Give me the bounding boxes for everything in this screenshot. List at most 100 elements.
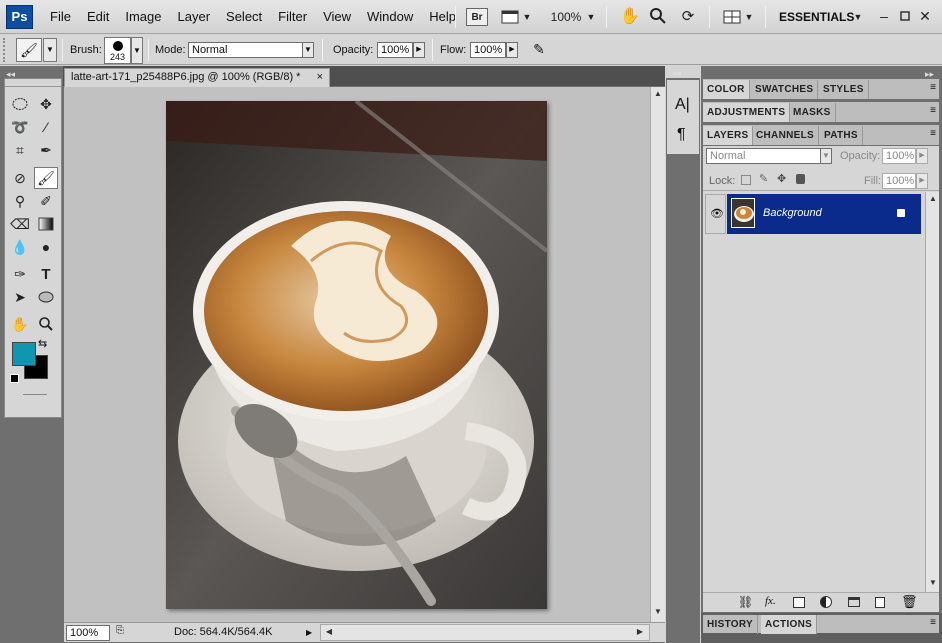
eraser-tool-icon[interactable]: ⌫ bbox=[8, 213, 32, 235]
menu-window[interactable]: Window bbox=[359, 9, 421, 24]
chevron-down-icon[interactable]: ▼ bbox=[853, 8, 863, 26]
healing-brush-tool-icon[interactable]: ⊘ bbox=[8, 167, 32, 189]
chevron-down-icon[interactable]: ▼ bbox=[744, 8, 754, 26]
panel-grip[interactable] bbox=[5, 79, 61, 87]
menu-help[interactable]: Help bbox=[421, 9, 464, 24]
gradient-tool-icon[interactable] bbox=[34, 213, 58, 235]
eyedropper-tool-icon[interactable]: ✒ bbox=[34, 139, 58, 161]
lasso-tool-icon[interactable]: ➰ bbox=[8, 116, 32, 138]
brush-tool-icon[interactable]: 🖌 bbox=[34, 167, 58, 189]
expand-icon[interactable]: ◂◂ bbox=[672, 68, 681, 79]
character-panel-icon[interactable]: A| bbox=[675, 96, 690, 114]
vertical-scrollbar[interactable]: ▲ ▼ bbox=[650, 87, 665, 622]
adjustment-layer-icon[interactable] bbox=[820, 596, 832, 608]
tab-masks[interactable]: MASKS bbox=[789, 103, 836, 122]
layers-scrollbar[interactable]: ▲ ▼ bbox=[925, 192, 939, 592]
minimize-icon[interactable]: – bbox=[877, 7, 891, 25]
crop-tool-icon[interactable]: ⌗ bbox=[8, 139, 32, 161]
tab-color[interactable]: COLOR bbox=[703, 80, 750, 99]
close-icon[interactable]: ✕ bbox=[918, 7, 932, 25]
flow-field[interactable]: 100% bbox=[470, 42, 506, 58]
trash-icon[interactable]: 🗑 bbox=[901, 594, 918, 610]
marquee-tool-icon[interactable] bbox=[8, 93, 32, 115]
latte-art-photo[interactable] bbox=[166, 101, 547, 609]
menu-edit[interactable]: Edit bbox=[79, 9, 117, 24]
panel-menu-icon[interactable]: ≡ bbox=[930, 82, 936, 93]
tab-history[interactable]: HISTORY bbox=[703, 615, 758, 634]
menu-image[interactable]: Image bbox=[117, 9, 169, 24]
chevron-right-icon[interactable]: ▶ bbox=[506, 42, 518, 58]
add-mask-icon[interactable] bbox=[793, 597, 805, 608]
workspace-switcher[interactable]: ESSENTIALS bbox=[779, 10, 854, 24]
lock-pixels-icon[interactable]: ✎ bbox=[759, 172, 768, 185]
brush-tool-preset-icon[interactable]: 🖌 bbox=[16, 38, 42, 62]
launch-bridge-button[interactable]: Br bbox=[466, 8, 488, 26]
history-brush-tool-icon[interactable]: ✐ bbox=[34, 190, 58, 212]
tab-paths[interactable]: PATHS bbox=[820, 126, 863, 145]
scroll-down-icon[interactable]: ▼ bbox=[651, 607, 665, 619]
chevron-down-icon[interactable]: ▼ bbox=[820, 148, 832, 164]
layer-opacity-field[interactable]: 100% bbox=[882, 148, 916, 164]
panel-menu-icon[interactable]: ≡ bbox=[930, 128, 936, 139]
view-extras-icon[interactable] bbox=[500, 8, 520, 26]
zoom-tool-icon[interactable] bbox=[34, 313, 58, 335]
layer-visibility-toggle[interactable]: 👁 bbox=[705, 194, 726, 234]
new-group-icon[interactable] bbox=[848, 597, 860, 607]
dodge-tool-icon[interactable]: ● bbox=[34, 236, 58, 258]
magic-wand-tool-icon[interactable]: ⁄ bbox=[34, 116, 58, 138]
foreground-color-swatch[interactable] bbox=[12, 342, 36, 366]
chevron-right-icon[interactable]: ▶ bbox=[413, 42, 425, 58]
hand-tool-icon[interactable]: ✋ bbox=[8, 313, 32, 335]
pen-tool-icon[interactable]: ✑ bbox=[8, 263, 32, 285]
chevron-right-icon[interactable]: ▶ bbox=[306, 625, 316, 640]
tab-actions[interactable]: ACTIONS bbox=[761, 615, 818, 634]
brush-picker[interactable]: 243 bbox=[104, 37, 131, 64]
tab-layers[interactable]: LAYERS bbox=[703, 126, 754, 145]
scroll-up-icon[interactable]: ▲ bbox=[926, 194, 940, 206]
default-colors-icon[interactable] bbox=[10, 374, 19, 383]
scroll-up-icon[interactable]: ▲ bbox=[651, 89, 665, 101]
mode-select[interactable]: Normal bbox=[188, 42, 303, 58]
clone-stamp-tool-icon[interactable]: ⚲ bbox=[8, 190, 32, 212]
airbrush-icon[interactable]: ✎ bbox=[528, 41, 550, 61]
arrange-documents-icon[interactable] bbox=[722, 8, 742, 26]
ellipse-tool-icon[interactable] bbox=[34, 286, 58, 308]
layer-style-icon[interactable]: fx. bbox=[765, 595, 776, 607]
tab-swatches[interactable]: SWATCHES bbox=[751, 80, 819, 99]
chevron-down-icon[interactable]: ▼ bbox=[302, 42, 314, 58]
menu-view[interactable]: View bbox=[315, 9, 359, 24]
blend-mode-select[interactable]: Normal bbox=[706, 148, 821, 164]
scroll-right-icon[interactable]: ▶ bbox=[633, 627, 647, 639]
chevron-down-icon[interactable]: ▼ bbox=[43, 38, 57, 62]
rotate-view-icon[interactable]: ⟳ bbox=[678, 7, 698, 25]
chevron-down-icon[interactable]: ▼ bbox=[522, 8, 532, 26]
lock-transparency-icon[interactable] bbox=[741, 175, 751, 185]
menu-select[interactable]: Select bbox=[218, 9, 270, 24]
fill-field[interactable]: 100% bbox=[882, 173, 916, 189]
chevron-right-icon[interactable]: ▶ bbox=[916, 148, 928, 164]
paragraph-panel-icon[interactable]: ¶ bbox=[677, 126, 686, 144]
lock-position-icon[interactable]: ✥ bbox=[777, 172, 786, 185]
path-selection-tool-icon[interactable]: ➤ bbox=[8, 286, 32, 308]
panel-menu-icon[interactable]: ≡ bbox=[930, 617, 936, 628]
tab-styles[interactable]: STYLES bbox=[819, 80, 869, 99]
tab-adjustments[interactable]: ADJUSTMENTS bbox=[703, 103, 791, 122]
layer-row-background[interactable]: Background bbox=[727, 194, 921, 234]
hand-tool-icon[interactable]: ✋ bbox=[620, 7, 640, 25]
type-tool-icon[interactable]: T bbox=[34, 263, 58, 285]
link-layers-icon[interactable]: ⛓ bbox=[738, 595, 753, 609]
restore-icon[interactable] bbox=[898, 7, 912, 25]
tab-channels[interactable]: CHANNELS bbox=[752, 126, 819, 145]
status-menu-icon[interactable]: ⎘ bbox=[116, 625, 130, 640]
horizontal-scrollbar[interactable]: ◀ ▶ bbox=[320, 624, 650, 641]
move-tool-icon[interactable]: ✥ bbox=[34, 93, 58, 115]
scroll-down-icon[interactable]: ▼ bbox=[926, 578, 940, 590]
chevron-down-icon[interactable]: ▼ bbox=[586, 8, 596, 26]
menu-layer[interactable]: Layer bbox=[170, 9, 219, 24]
chevron-down-icon[interactable]: ▼ bbox=[131, 37, 143, 64]
menu-file[interactable]: File bbox=[42, 9, 79, 24]
chevron-right-icon[interactable]: ▶ bbox=[916, 173, 928, 189]
swap-colors-icon[interactable]: ⇆ bbox=[38, 337, 47, 350]
blur-tool-icon[interactable]: 💧 bbox=[8, 236, 32, 258]
panel-menu-icon[interactable]: ≡ bbox=[930, 105, 936, 116]
